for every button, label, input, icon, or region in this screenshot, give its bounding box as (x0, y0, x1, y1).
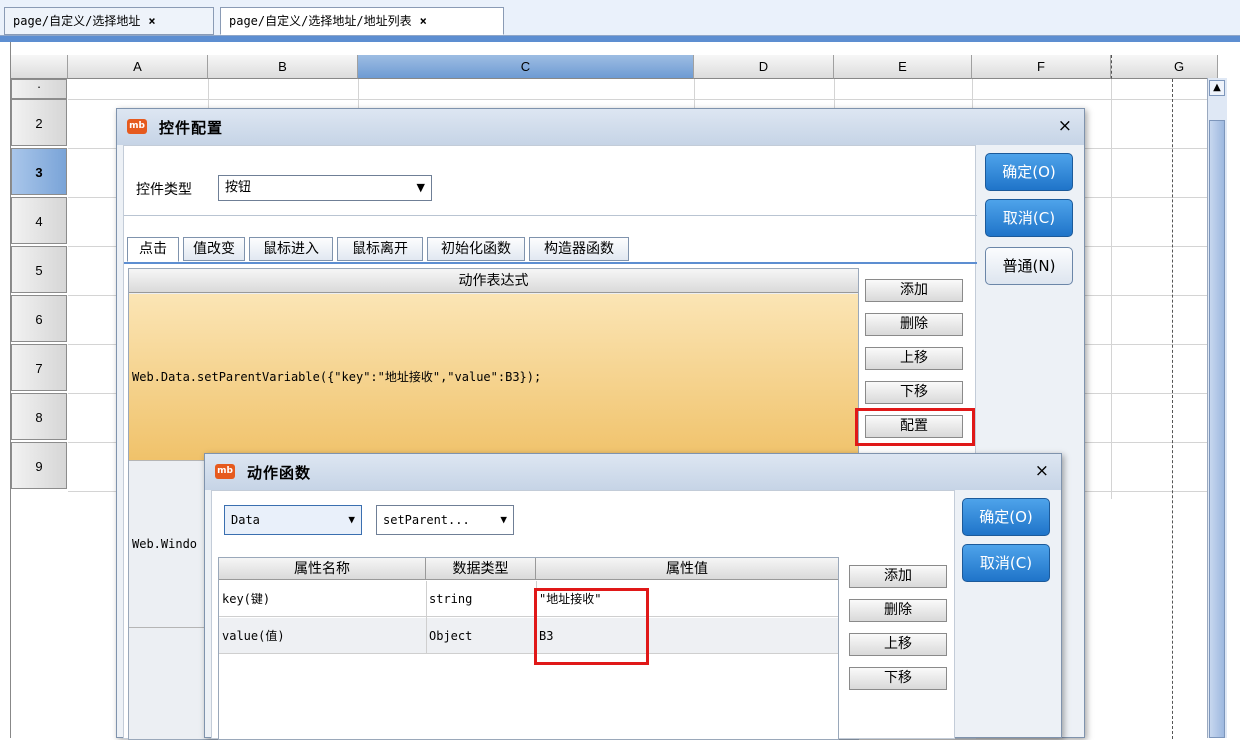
cell-data-type: string (429, 592, 473, 606)
function-value: setParent... (383, 513, 470, 527)
app-logo-icon: mb (215, 464, 235, 479)
col-divider (426, 581, 427, 654)
column-header-f[interactable]: F (972, 55, 1111, 79)
cell-property-name: key(键) (222, 592, 271, 606)
tab-select-address[interactable]: page/自定义/选择地址 × (4, 7, 214, 35)
chevron-down-icon: ▼ (500, 513, 507, 526)
row-header-6[interactable]: 6 (11, 295, 67, 342)
tab-value-change[interactable]: 值改变 (183, 237, 245, 261)
row-header-3[interactable]: 3 (11, 148, 67, 195)
table-row[interactable]: value(值) Object B3 (219, 618, 838, 654)
row-header-4[interactable]: 4 (11, 197, 67, 244)
module-select[interactable]: Data ▼ (224, 505, 362, 535)
close-icon[interactable]: × (1035, 461, 1049, 481)
app-logo-icon: mb (127, 119, 147, 134)
corner-header (11, 55, 68, 79)
normal-button[interactable]: 普通(N) (985, 247, 1073, 285)
dialog-title: 动作函数 (247, 464, 312, 482)
divider (124, 215, 977, 216)
delete-button[interactable]: 删除 (849, 599, 947, 622)
control-type-label: 控件类型 (136, 182, 192, 198)
dialog-body: Data ▼ setParent... ▼ 属性名称 数据类型 属性值 key(… (211, 490, 955, 740)
tab-underline (124, 262, 977, 264)
tab-init-function[interactable]: 初始化函数 (427, 237, 525, 261)
column-header-d[interactable]: D (694, 55, 834, 79)
cell-data-type: Object (429, 629, 473, 643)
tab-mouse-leave[interactable]: 鼠标离开 (337, 237, 423, 261)
column-header-g[interactable]: G (1111, 55, 1218, 79)
tab-address-list[interactable]: page/自定义/选择地址/地址列表 × (220, 7, 504, 35)
tab-constructor-function[interactable]: 构造器函数 (529, 237, 629, 261)
highlight-box (855, 408, 975, 446)
module-value: Data (231, 513, 260, 527)
column-header-c[interactable]: C (358, 55, 694, 79)
function-select[interactable]: setParent... ▼ (376, 505, 514, 535)
cancel-button[interactable]: 取消(C) (962, 544, 1050, 582)
table-row[interactable]: key(键) string "地址接收" (219, 581, 838, 617)
header-property-name: 属性名称 (219, 558, 426, 580)
chevron-down-icon: ▼ (348, 513, 355, 526)
delete-button[interactable]: 删除 (865, 313, 963, 336)
move-down-button[interactable]: 下移 (865, 381, 963, 404)
column-header-a[interactable]: A (68, 55, 208, 79)
dialog-titlebar: mb 控件配置 × (117, 109, 1084, 145)
action-function-dialog: mb 动作函数 × Data ▼ setParent... ▼ 属性名称 数据类… (204, 453, 1062, 740)
chevron-down-icon: ▼ (416, 181, 425, 194)
expression-header: 动作表达式 (129, 269, 858, 293)
column-header-b[interactable]: B (208, 55, 358, 79)
tab-close-icon[interactable]: × (148, 14, 155, 28)
close-icon[interactable]: × (1058, 116, 1072, 136)
scroll-up-icon[interactable]: ▲ (1209, 80, 1225, 96)
highlight-box (534, 588, 649, 665)
grid-line (68, 99, 1218, 100)
add-button[interactable]: 添加 (865, 279, 963, 302)
tab-close-icon[interactable]: × (420, 14, 427, 28)
cancel-button[interactable]: 取消(C) (985, 199, 1073, 237)
dialog-titlebar: mb 动作函数 × (205, 454, 1061, 490)
row-header-8[interactable]: 8 (11, 393, 67, 440)
grid-line (1111, 79, 1112, 499)
control-type-select[interactable]: 按钮 ▼ (218, 175, 432, 201)
ok-button[interactable]: 确定(O) (985, 153, 1073, 191)
property-table: 属性名称 数据类型 属性值 key(键) string "地址接收" value… (218, 557, 839, 740)
row-header-1[interactable]: · (11, 79, 67, 99)
control-type-value: 按钮 (225, 180, 252, 195)
tab-bar: page/自定义/选择地址 × page/自定义/选择地址/地址列表 × (0, 0, 1240, 36)
scroll-thumb[interactable] (1209, 120, 1225, 738)
tab-mouse-enter[interactable]: 鼠标进入 (249, 237, 333, 261)
row-header-2[interactable]: 2 (11, 99, 67, 146)
row-header-9[interactable]: 9 (11, 442, 67, 489)
dialog-title: 控件配置 (159, 119, 224, 137)
page-break-line (1172, 79, 1173, 739)
header-property-value: 属性值 (536, 558, 838, 580)
move-up-button[interactable]: 上移 (849, 633, 947, 656)
move-down-button[interactable]: 下移 (849, 667, 947, 690)
cell-property-name: value(值) (222, 629, 285, 643)
expression-row-selected[interactable]: Web.Data.setParentVariable({"key":"地址接收"… (129, 294, 858, 460)
move-up-button[interactable]: 上移 (865, 347, 963, 370)
tab-label: page/自定义/选择地址/地址列表 (229, 14, 412, 28)
row-header-7[interactable]: 7 (11, 344, 67, 391)
ok-button[interactable]: 确定(O) (962, 498, 1050, 536)
row-header-5[interactable]: 5 (11, 246, 67, 293)
tab-label: page/自定义/选择地址 (13, 14, 141, 28)
tab-click[interactable]: 点击 (127, 237, 179, 262)
header-data-type: 数据类型 (426, 558, 536, 580)
column-header-e[interactable]: E (834, 55, 972, 79)
add-button[interactable]: 添加 (849, 565, 947, 588)
